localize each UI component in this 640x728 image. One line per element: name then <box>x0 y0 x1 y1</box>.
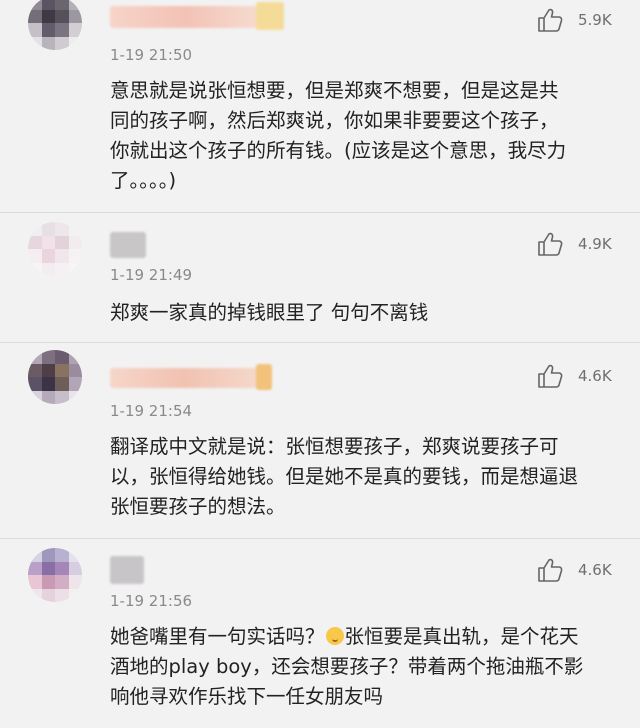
divider <box>0 212 640 213</box>
like-button[interactable]: 4.9K <box>536 230 612 258</box>
avatar[interactable] <box>28 548 82 602</box>
thumbs-up-icon <box>538 8 563 32</box>
thumbs-up-icon <box>538 364 563 388</box>
divider <box>0 538 640 539</box>
comment-line: 以，张恒得给她钱。但是她不是真的要钱，而是想逼退 <box>110 465 579 488</box>
comment-line: 翻译成中文就是说：张恒想要孩子，郑爽说要孩子可 <box>110 435 559 458</box>
like-count: 5.9K <box>578 11 612 29</box>
comment-line: 郑爽一家真的掉钱眼里了 句句不离钱 <box>110 301 429 324</box>
like-button[interactable]: 4.6K <box>536 362 612 390</box>
like-count: 4.9K <box>578 235 612 253</box>
comment-time: 1-19 21:50 <box>110 46 193 64</box>
comment-line-part: 张恒要是真出轨，是个花天 <box>344 625 579 648</box>
comment-text: 郑爽一家真的掉钱眼里了 句句不离钱 <box>110 298 610 328</box>
username-blurred[interactable] <box>110 232 146 258</box>
thumbs-up-icon <box>538 232 563 256</box>
badge-blurred <box>256 364 272 390</box>
comment-text: 翻译成中文就是说：张恒想要孩子，郑爽说要孩子可 以，张恒得给她钱。但是她不是真的… <box>110 432 610 522</box>
comment-line: 张恒要孩子的想法。 <box>110 495 286 518</box>
thumbs-up-icon <box>538 558 563 582</box>
avatar[interactable] <box>28 350 82 404</box>
like-count: 4.6K <box>578 367 612 385</box>
comment-time: 1-19 21:49 <box>110 266 193 284</box>
comment-line-part: 她爸嘴里有一句实话吗？ <box>110 625 325 648</box>
yum-emoji-icon <box>325 627 344 645</box>
divider <box>0 342 640 343</box>
comment-time: 1-19 21:54 <box>110 402 193 420</box>
comment-line: 同的孩子啊，然后郑爽说，你如果非要要这个孩子， <box>110 109 559 132</box>
comment-line: 酒地的play boy，还会想要孩子？带着两个拖油瓶不影 <box>110 655 584 678</box>
username-blurred[interactable] <box>110 6 260 28</box>
comment-text: 意思就是说张恒想要，但是郑爽不想要，但是这是共 同的孩子啊，然后郑爽说，你如果非… <box>110 76 610 196</box>
comment-line: 了。。。。) <box>110 169 177 192</box>
comment-line: 意思就是说张恒想要，但是郑爽不想要，但是这是共 <box>110 79 559 102</box>
comment-line: 你就出这个孩子的所有钱。(应该是这个意思，我尽力 <box>110 139 567 162</box>
username-blurred[interactable] <box>110 368 258 388</box>
comment-text: 她爸嘴里有一句实话吗？ 张恒要是真出轨，是个花天 酒地的play boy，还会想要… <box>110 622 610 712</box>
comment-line: 她爸嘴里有一句实话吗？ 张恒要是真出轨，是个花天 <box>110 622 610 652</box>
like-button[interactable]: 4.6K <box>536 556 612 584</box>
comment-line: 响他寻欢作乐找下一任女朋友吗 <box>110 685 384 708</box>
badge-blurred <box>256 2 284 30</box>
username-blurred[interactable] <box>110 556 144 584</box>
avatar[interactable] <box>28 0 82 50</box>
avatar[interactable] <box>28 222 82 276</box>
comment-time: 1-19 21:56 <box>110 592 193 610</box>
like-button[interactable]: 5.9K <box>536 6 612 34</box>
like-count: 4.6K <box>578 561 612 579</box>
